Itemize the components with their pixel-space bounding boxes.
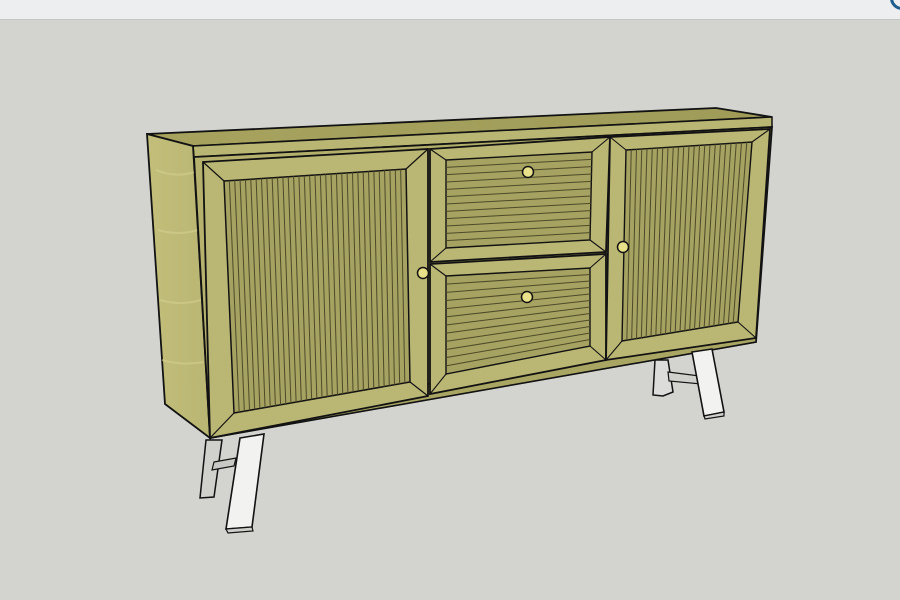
upper-drawer-knob[interactable] [521, 165, 535, 179]
app-window [0, 0, 900, 600]
right-door-knob[interactable] [616, 240, 630, 254]
front-left-leg[interactable] [225, 433, 265, 534]
window-top-bar [0, 0, 900, 20]
right-door[interactable] [605, 128, 771, 362]
upper-drawer[interactable] [429, 136, 611, 263]
3d-viewport[interactable] [0, 20, 900, 600]
left-door-knob[interactable] [416, 266, 430, 280]
cabinet-model[interactable] [0, 20, 900, 600]
lower-drawer-knob[interactable] [520, 290, 534, 304]
left-door[interactable] [202, 148, 429, 440]
